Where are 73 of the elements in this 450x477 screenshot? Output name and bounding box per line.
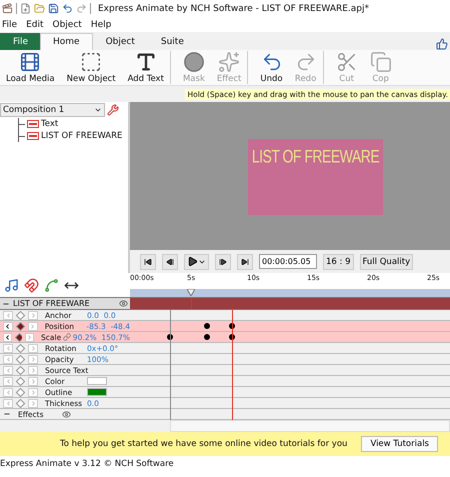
keyframe-dot[interactable] (204, 323, 210, 329)
keyframe-dot[interactable] (204, 334, 210, 340)
ribbon-tab[interactable]: File (0, 33, 40, 50)
eye-icon[interactable] (62, 410, 70, 418)
dropdown-caret-icon[interactable] (94, 106, 102, 114)
film-icon (19, 51, 42, 73)
next-keyframe-button[interactable] (28, 344, 38, 352)
eye-icon[interactable] (119, 299, 128, 308)
skip-end-icon (241, 258, 249, 266)
menu-item[interactable]: Object (52, 20, 82, 30)
ribbon-tab[interactable]: Suite (148, 33, 197, 50)
sparkles-icon (218, 51, 240, 73)
ribbon-tab[interactable]: Home (40, 33, 93, 50)
play-icon (187, 256, 198, 267)
layer-header[interactable]: LIST OF FREEWARE (0, 298, 130, 309)
text-layer-icon (27, 120, 39, 128)
link-icon[interactable] (63, 333, 72, 341)
next-keyframe-button[interactable] (28, 354, 38, 364)
new-file-icon[interactable] (20, 3, 31, 14)
composition-dropdown[interactable]: Composition 1 (0, 103, 105, 117)
copy-icon (370, 51, 392, 73)
view-tutorials-button[interactable]: View Tutorials (361, 436, 438, 452)
previous-keyframe-button[interactable] (3, 332, 12, 342)
music-icon[interactable] (4, 278, 19, 292)
tree-item[interactable]: LIST OF FREEWARE (41, 131, 122, 141)
aspect-button[interactable]: 16 : 9 (323, 254, 354, 270)
ribbon-tab[interactable]: Object (92, 33, 148, 50)
curve-icon[interactable] (44, 278, 59, 292)
status-text: Express Animate v 3.12 © NCH Software (0, 458, 175, 471)
toolbar-button[interactable]: Load Media (0, 51, 61, 84)
next-keyframe-button[interactable] (28, 388, 38, 396)
tools-icon[interactable] (107, 104, 119, 116)
step-back-button[interactable] (162, 254, 178, 270)
app-icon (2, 3, 13, 14)
next-keyframe-button[interactable] (28, 376, 38, 386)
save-icon[interactable] (48, 3, 59, 14)
tree-item[interactable]: Text (41, 119, 58, 129)
playhead-line (190, 298, 192, 309)
undo-icon[interactable] (62, 3, 73, 14)
window-title: Express Animate by NCH Software - LIST OF FREEWARE.apj* (98, 4, 370, 14)
skip-end-button[interactable] (237, 254, 253, 270)
circle-icon (182, 51, 205, 73)
keyframe-icon[interactable] (15, 332, 22, 342)
quality-button[interactable]: Full Quality (360, 254, 414, 270)
step-back-icon (166, 258, 174, 266)
thumbs-up-icon[interactable] (436, 38, 448, 50)
next-keyframe-button[interactable] (28, 398, 38, 408)
layer-name: LIST OF FREEWARE (13, 299, 91, 308)
toolbar-button[interactable]: New Object (60, 51, 122, 84)
menu-item[interactable]: File (2, 20, 18, 30)
toolbar-button[interactable]: Undo (254, 51, 289, 84)
stage-text: LIST OF FREEWARE (252, 145, 380, 168)
menu-item[interactable]: Help (90, 20, 112, 30)
color-swatch[interactable] (87, 388, 107, 396)
skip-start-button[interactable] (140, 254, 156, 270)
previous-keyframe-button[interactable] (3, 322, 13, 330)
dashed-square-icon (80, 51, 102, 73)
play-button[interactable] (184, 254, 209, 270)
menu-item[interactable]: Edit (26, 20, 44, 30)
step-forward-icon (219, 258, 227, 266)
redo-icon[interactable] (76, 3, 87, 14)
horizontal-scrollbar[interactable] (170, 420, 450, 432)
color-swatch[interactable] (87, 377, 107, 385)
time-field[interactable]: 00:00:05.05 (259, 254, 317, 269)
skip-start-icon (144, 258, 152, 266)
toolbar-button[interactable]: Add Text (122, 51, 171, 84)
text-icon (134, 51, 157, 73)
scissors-icon (336, 51, 358, 73)
next-keyframe-button[interactable] (28, 366, 38, 374)
banner-text: To help you get started we have some online video tutorials for you (60, 439, 348, 449)
step-forward-button[interactable] (215, 254, 231, 270)
text-layer-icon (27, 132, 39, 140)
magnet-icon[interactable] (24, 278, 39, 292)
